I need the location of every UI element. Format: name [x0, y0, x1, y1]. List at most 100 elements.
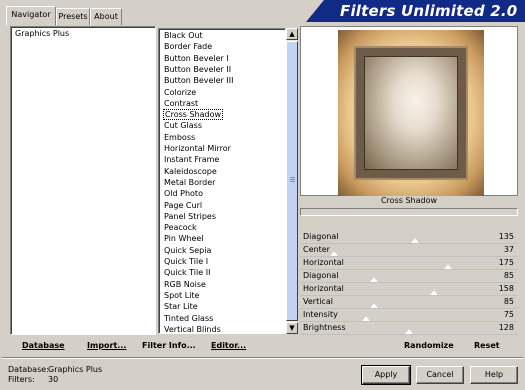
scroll-down-button[interactable]: ▼ [286, 322, 298, 334]
slider-track[interactable] [300, 334, 518, 335]
filter-list-item[interactable]: Spot Lite [163, 290, 200, 301]
filter-list-item[interactable]: Quick Sepia [163, 245, 212, 256]
slider-thumb[interactable] [405, 329, 414, 334]
slider-thumb[interactable] [370, 303, 378, 308]
tab-presets[interactable]: Presets [56, 8, 90, 25]
filter-list-item[interactable]: Old Photo [163, 188, 204, 199]
filter-list-item[interactable]: Panel Stripes [163, 211, 217, 222]
filter-list-scrollbar[interactable]: ▲ ▼ [286, 28, 298, 334]
slider-label: Diagonal [303, 232, 339, 241]
tab-navigator-label: Navigator [11, 10, 51, 19]
scroll-up-button[interactable]: ▲ [286, 28, 298, 40]
import-button[interactable]: Import... [87, 341, 126, 350]
chevron-up-icon: ▲ [289, 30, 295, 38]
filter-list-item[interactable]: Colorize [163, 87, 197, 98]
slider-thumb[interactable] [444, 264, 453, 269]
randomize-button[interactable]: Randomize [404, 341, 454, 350]
slider-thumb[interactable] [430, 290, 439, 295]
cancel-button-label: Cancel [426, 370, 454, 379]
preview-filter-name: Cross Shadow [380, 196, 438, 205]
slider-value: 85 [503, 271, 514, 280]
cancel-button[interactable]: Cancel [416, 366, 464, 384]
slider-value: 75 [503, 310, 514, 319]
slider-row[interactable]: Center 37 [300, 244, 518, 257]
status-filters-value: 30 [48, 375, 59, 384]
slider-value: 85 [503, 297, 514, 306]
slider-label: Intensity [303, 310, 338, 319]
database-button[interactable]: Database [22, 341, 65, 350]
scroll-thumb[interactable] [286, 41, 298, 321]
filter-list-item[interactable]: RGB Noise [163, 279, 207, 290]
slider-row[interactable]: Diagonal 135 [300, 231, 518, 244]
status-filters-label: Filters: [8, 375, 35, 384]
reset-button[interactable]: Reset [474, 341, 500, 350]
tab-about[interactable]: About [90, 8, 122, 25]
filter-list-item[interactable]: Pin Wheel [163, 233, 205, 244]
slider-label: Center [303, 245, 330, 254]
filter-list-item[interactable]: Kaleidoscope [163, 166, 218, 177]
slider-label: Horizontal [303, 284, 344, 293]
filter-list-item[interactable]: Button Beveler III [163, 75, 234, 86]
filter-list-item[interactable]: Button Beveler I [163, 53, 230, 64]
filter-list-item[interactable]: Border Fade [163, 41, 213, 52]
filter-list-item[interactable]: Instant Frame [163, 154, 220, 165]
slider-thumb[interactable] [411, 238, 420, 243]
filter-list-item[interactable]: Quick Tile I [163, 256, 209, 267]
filter-list-item[interactable]: Cross Shadow [163, 109, 224, 121]
filter-list-item[interactable]: Metal Border [163, 177, 216, 188]
filter-list[interactable]: Black Out Border Fade Button Beveler I Butt… [158, 28, 286, 334]
import-button-label: Import... [87, 341, 127, 350]
slider-row[interactable]: Intensity 75 [300, 309, 518, 322]
filter-list-item[interactable]: Quick Tile II [163, 267, 211, 278]
status-database-value: Graphics Plus [48, 365, 103, 374]
filter-info-button[interactable]: Filter Info... [142, 341, 196, 350]
chevron-down-icon: ▼ [289, 324, 295, 332]
slider-row[interactable]: Vertical 85 [300, 296, 518, 309]
slider-label: Brightness [303, 323, 346, 332]
help-button-label: Help [484, 370, 504, 379]
slider-row[interactable]: Diagonal 85 [300, 270, 518, 283]
slider-label: Diagonal [303, 271, 339, 280]
filter-list-item[interactable]: Button Beveler II [163, 64, 232, 75]
tab-about-label: About [94, 12, 118, 21]
filter-info-button-label: Filter Info... [142, 341, 196, 350]
slider-row[interactable]: Horizontal 158 [300, 283, 518, 296]
filter-list-item[interactable]: Cut Glass [163, 120, 203, 131]
tab-navigator[interactable]: Navigator [6, 6, 56, 26]
preview-image [338, 30, 484, 196]
separator [2, 357, 523, 359]
filter-list-item[interactable]: Black Out [163, 30, 204, 41]
slider-thumb[interactable] [330, 251, 339, 256]
slider-value: 158 [498, 284, 514, 293]
category-list[interactable]: Graphics Plus [10, 26, 156, 335]
filter-list-item[interactable]: Horizontal Mirror [163, 143, 232, 154]
filter-list-item[interactable]: Page Curl [163, 200, 203, 211]
editor-button[interactable]: Editor... [211, 341, 246, 350]
filter-list-item[interactable]: Emboss [163, 132, 196, 143]
filter-list-item[interactable]: Contrast [163, 98, 199, 109]
slider-label: Horizontal [303, 258, 344, 267]
tab-presets-label: Presets [58, 12, 88, 21]
slider-value: 37 [503, 245, 514, 254]
slider-value: 175 [498, 258, 514, 267]
apply-button-label: Apply [374, 370, 398, 379]
apply-button[interactable]: Apply [361, 365, 411, 385]
slider-panel: Diagonal 135 Center 37 Horizontal 175 Diagonal… [300, 231, 518, 335]
slider-value: 128 [498, 323, 514, 332]
progress-bar [300, 208, 518, 216]
slider-thumb[interactable] [370, 277, 378, 282]
category-item[interactable]: Graphics Plus [15, 29, 69, 38]
slider-label: Vertical [303, 297, 333, 306]
slider-value: 135 [498, 232, 514, 241]
filter-list-item[interactable]: Vertical Blinds [163, 324, 222, 335]
preview-panel [300, 26, 518, 196]
slider-row[interactable]: Brightness 128 [300, 322, 518, 335]
status-database-label: Database: [8, 365, 49, 374]
randomize-button-label: Randomize [404, 341, 454, 350]
slider-row[interactable]: Horizontal 175 [300, 257, 518, 270]
help-button[interactable]: Help [470, 366, 518, 384]
filter-list-item[interactable]: Tinted Glass [163, 313, 214, 324]
filter-list-item[interactable]: Peacock [163, 222, 198, 233]
filter-list-item[interactable]: Star Lite [163, 301, 199, 312]
slider-thumb[interactable] [361, 316, 370, 321]
